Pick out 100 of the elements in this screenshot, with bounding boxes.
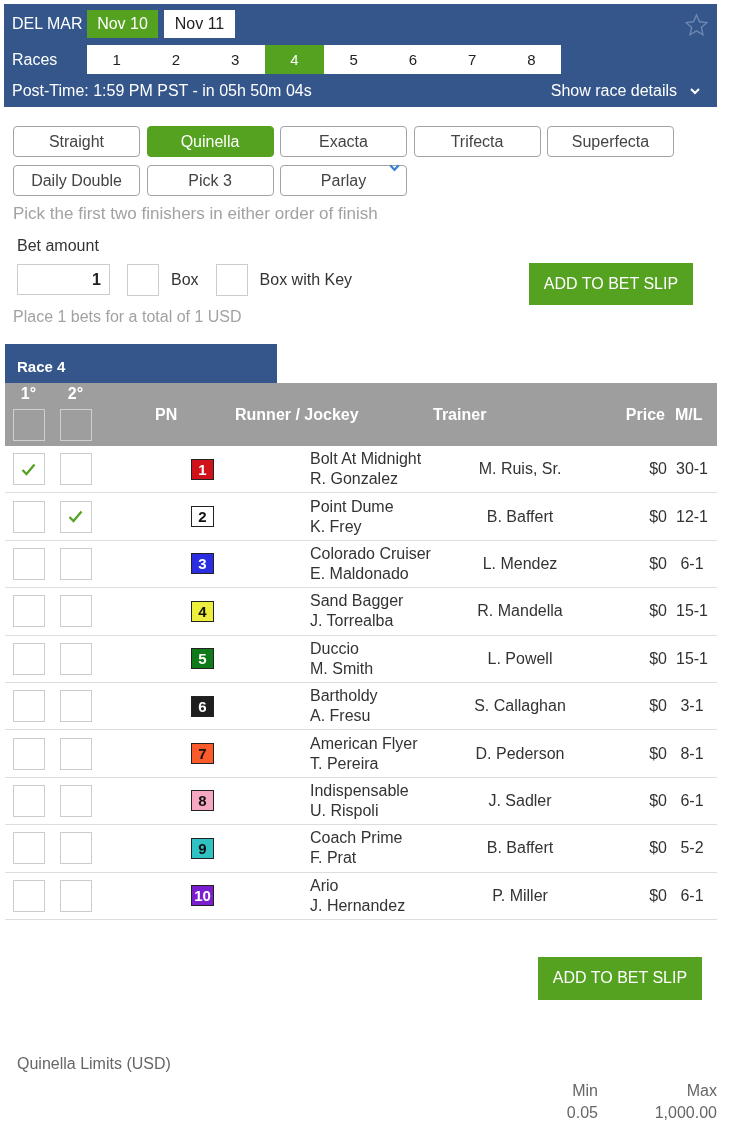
price-text: $0 [649,744,667,763]
option-label: Box with Key [259,270,353,290]
pick-checkbox[interactable] [12,784,45,817]
price-text: $0 [649,554,667,573]
bet-type-button[interactable]: Pick 3 [146,165,274,196]
morning-line-odds: 8-1 [680,744,704,763]
race-number-tab[interactable]: 6 [383,45,443,74]
option-checkbox[interactable] [215,264,248,296]
runner-name: Sand Bagger [310,591,404,612]
pick-checkbox[interactable] [59,879,92,912]
jockey-name: E. Maldonado [310,563,409,584]
position-header: 1° [20,384,37,404]
pick-checkbox[interactable] [12,737,45,770]
pick-checkbox[interactable] [59,453,92,486]
limit-value: 1,000.00 [654,1102,717,1123]
race-number-tab[interactable]: 5 [324,45,384,74]
select-all-checkbox[interactable] [12,409,45,441]
race-details-toggle[interactable]: Show race details [550,81,708,101]
jockey-name: F. Prat [310,848,357,869]
runner-name: Colorado Cruiser [310,543,431,564]
pick-checkbox[interactable] [12,453,45,486]
bet-amount-field[interactable]: 1 [17,264,110,295]
post-time-text: Post-Time: 1:59 PM PST - in 05h 50m 04s [12,81,312,101]
trainer-name: S. Callaghan [474,697,566,716]
race-number-tab[interactable]: 1 [87,45,147,74]
bet-type-button[interactable]: Parlay [280,165,407,196]
race-number-tab[interactable]: 2 [146,45,206,74]
morning-line-odds: 5-2 [680,839,704,858]
program-number: 9 [191,837,214,859]
pick-checkbox[interactable] [12,879,45,912]
trainer-name: M. Ruis, Sr. [478,460,562,479]
bet-type-button[interactable]: Straight [13,126,140,157]
program-number: 2 [191,506,214,528]
program-number: 5 [191,648,214,670]
trainer-name: B. Baffert [486,507,554,526]
race-title-tab[interactable]: Race 4 [5,344,277,383]
star-icon[interactable] [685,14,708,36]
runner-name: Ario [310,875,339,896]
jockey-name: T. Pereira [310,753,379,774]
checkmark-icon [68,510,83,524]
pick-checkbox[interactable] [12,832,45,865]
trainer-name: L. Powell [487,649,553,668]
pick-checkbox[interactable] [12,547,45,580]
pick-checkbox[interactable] [12,595,45,628]
jockey-name: M. Smith [310,658,374,679]
bet-type-button[interactable]: Daily Double [13,165,140,196]
limit-label: Max [686,1080,717,1101]
trainer-name: P. Miller [492,886,548,905]
program-number: 10 [191,885,214,907]
program-number: 4 [191,600,214,622]
race-number-tab[interactable]: 3 [205,45,265,74]
trainer-name: J. Sadler [488,791,552,810]
morning-line-odds: 30-1 [676,460,708,479]
pick-checkbox[interactable] [59,784,92,817]
bet-description: Pick the first two finishers in either order of finish [13,204,379,224]
pick-checkbox[interactable] [12,500,45,533]
morning-line-odds: 6-1 [680,886,704,905]
price-text: $0 [649,886,667,905]
jockey-name: J. Hernandez [310,895,406,916]
date-tab[interactable]: Nov 11 [164,10,235,38]
checkmark-icon [21,462,36,476]
jockey-name: U. Rispoli [310,800,379,821]
morning-line-odds: 6-1 [680,791,704,810]
pick-checkbox[interactable] [59,500,92,533]
pick-checkbox[interactable] [59,832,92,865]
bet-summary: Place 1 bets for a total of 1 USD [13,307,243,327]
jockey-name: R. Gonzalez [310,469,399,490]
program-number: 7 [191,743,214,765]
pick-checkbox[interactable] [59,690,92,723]
limits-title: Quinella Limits (USD) [17,1053,172,1074]
bet-type-button[interactable]: Superfecta [547,126,674,157]
trainer-name: R. Mandella [477,602,563,621]
price-text: $0 [649,507,667,526]
runner-name: American Flyer [310,733,418,754]
program-number: 6 [191,695,214,717]
pick-checkbox[interactable] [59,595,92,628]
runner-name: Bartholdy [310,686,378,707]
runner-name: Indispensable [310,780,409,801]
price-text: $0 [649,697,667,716]
pick-checkbox[interactable] [59,737,92,770]
jockey-name: J. Torrealba [310,611,394,632]
pick-checkbox[interactable] [59,642,92,675]
pick-checkbox[interactable] [12,642,45,675]
pick-checkbox[interactable] [59,547,92,580]
runner-name: Duccio [310,638,359,659]
race-number-tab[interactable]: 7 [442,45,502,74]
column-header: Price [624,404,665,425]
price-text: $0 [649,602,667,621]
pick-checkbox[interactable] [12,690,45,723]
runner-name: Point Dume [310,496,394,517]
race-number-tab[interactable]: 8 [501,45,561,74]
option-checkbox[interactable] [127,264,159,296]
morning-line-odds: 15-1 [676,649,708,668]
bet-type-button[interactable]: Exacta [280,126,407,157]
select-all-checkbox[interactable] [59,409,92,441]
races-label: Races [12,49,59,70]
bet-amount-label: Bet amount [17,236,100,256]
bet-type-button[interactable]: Trifecta [413,126,541,157]
trainer-name: B. Baffert [486,839,554,858]
column-header: PN [155,404,179,425]
